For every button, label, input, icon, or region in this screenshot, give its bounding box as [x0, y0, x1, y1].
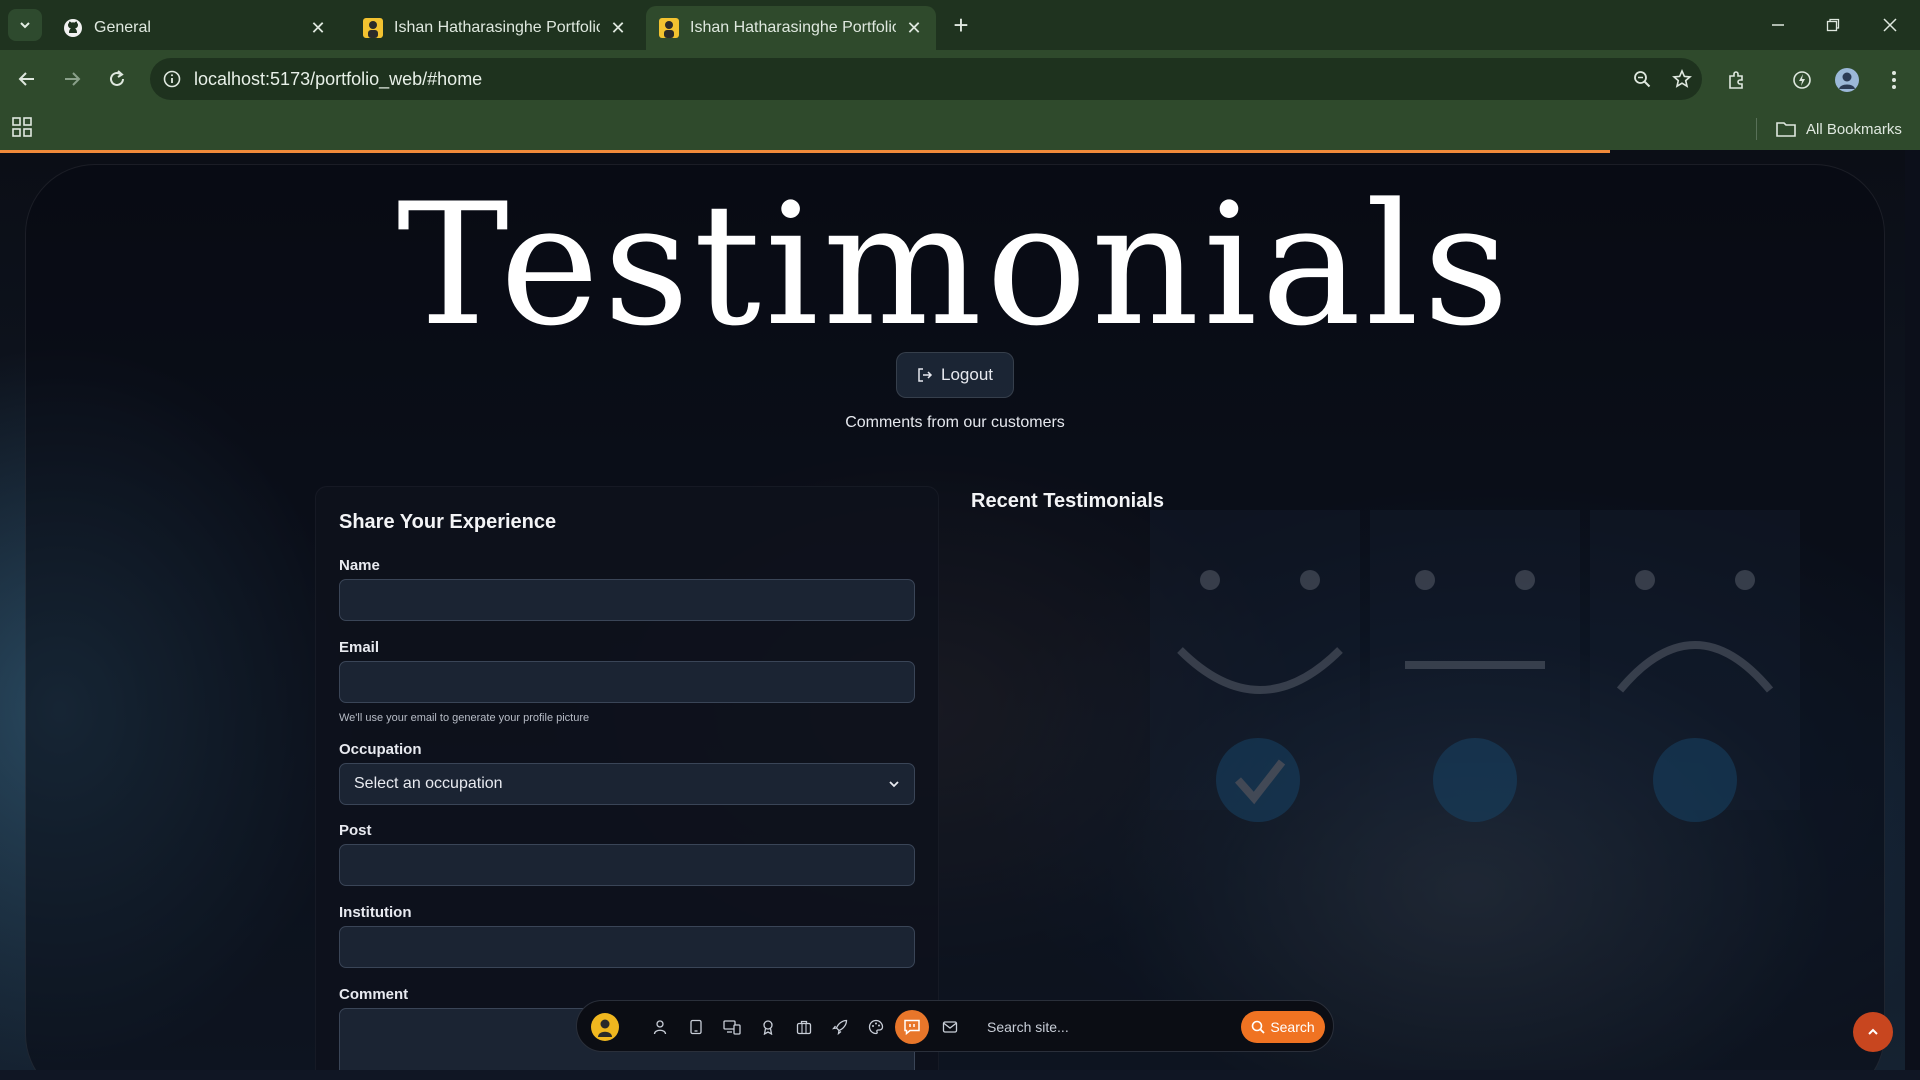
post-label: Post	[339, 822, 372, 839]
github-icon	[62, 17, 84, 39]
institution-label: Institution	[339, 904, 412, 921]
tab-title: General	[94, 19, 151, 36]
rocket-icon[interactable]	[827, 1014, 853, 1040]
message-icon[interactable]	[895, 1010, 929, 1044]
minimize-button[interactable]	[1758, 10, 1798, 40]
close-icon[interactable]: ✕	[308, 18, 328, 38]
url-text: localhost:5173/portfolio_web/#home	[194, 68, 483, 89]
scroll-to-top-button[interactable]	[1853, 1012, 1893, 1052]
institution-input[interactable]	[339, 926, 915, 968]
chevron-up-icon	[1868, 1028, 1878, 1035]
mail-icon[interactable]	[937, 1014, 963, 1040]
search-icon	[1252, 1020, 1265, 1034]
portfolio-favicon	[658, 17, 680, 39]
recent-testimonials-title: Recent Testimonials	[971, 490, 1165, 512]
reload-icon	[110, 70, 124, 86]
award-icon[interactable]	[755, 1014, 781, 1040]
extensions-icon[interactable]	[1718, 62, 1754, 98]
star-icon[interactable]	[1662, 59, 1702, 99]
window-close-button[interactable]	[1870, 10, 1910, 40]
arrow-right-icon	[65, 72, 81, 86]
briefcase-icon[interactable]	[791, 1014, 817, 1040]
tab-general[interactable]: General ✕	[50, 6, 340, 50]
search-button[interactable]: Search	[1241, 1011, 1325, 1043]
zoom-icon[interactable]	[1622, 59, 1662, 99]
taskbar-edge	[0, 1070, 1920, 1080]
chevron-down-icon	[889, 781, 899, 788]
close-icon[interactable]: ✕	[904, 18, 924, 38]
testimonial-form: Share Your Experience Name Email We'll u…	[315, 486, 939, 1070]
all-bookmarks-label: All Bookmarks	[1806, 120, 1902, 138]
comment-label: Comment	[339, 986, 409, 1003]
search-button-label: Search	[1270, 1019, 1315, 1035]
page-viewport: Testimonials Logout Comments from our cu…	[0, 150, 1920, 1070]
chevron-down-icon	[20, 22, 30, 29]
browser-tab-bar: General ✕ Ishan Hatharasinghe Portfolio …	[0, 0, 1920, 50]
floating-nav-dock: Search	[576, 1000, 1334, 1052]
back-button[interactable]	[10, 62, 44, 96]
restore-button[interactable]	[1813, 10, 1853, 40]
tab-search-button[interactable]	[8, 9, 42, 41]
performance-icon[interactable]	[1784, 62, 1820, 98]
logout-label: Logout	[941, 365, 993, 384]
site-search-input[interactable]	[987, 1013, 1227, 1041]
tab-title: Ishan Hatharasinghe Portfolio	[690, 19, 896, 36]
browser-toolbar: localhost:5173/portfolio_web/#home	[0, 50, 1920, 108]
bookmarks-bar: All Bookmarks	[0, 108, 1920, 150]
kebab-menu-icon[interactable]	[1876, 62, 1912, 98]
folder-icon	[1776, 122, 1796, 137]
occupation-label: Occupation	[339, 741, 422, 758]
new-tab-button[interactable]: +	[946, 10, 976, 40]
reload-button[interactable]	[100, 62, 134, 96]
site-info-icon[interactable]	[150, 58, 194, 100]
close-icon	[1883, 18, 1897, 32]
email-input[interactable]	[339, 661, 915, 703]
bookmarks-divider	[1756, 118, 1757, 140]
tab-title: Ishan Hatharasinghe Portfolio	[394, 19, 600, 36]
email-label: Email	[339, 639, 380, 656]
address-bar[interactable]: localhost:5173/portfolio_web/#home	[150, 58, 1702, 100]
scroll-progress-bar	[0, 150, 1610, 153]
apps-grid-icon[interactable]	[12, 117, 36, 141]
logout-icon	[918, 368, 933, 382]
restore-icon	[1826, 18, 1840, 32]
occupation-selected: Select an occupation	[354, 775, 503, 792]
form-title: Share Your Experience	[339, 511, 557, 533]
tablet-icon[interactable]	[683, 1014, 709, 1040]
page-subtitle: Comments from our customers	[845, 414, 1065, 431]
logout-button[interactable]: Logout	[896, 352, 1014, 398]
all-bookmarks-button[interactable]: All Bookmarks	[1776, 116, 1902, 142]
forward-button[interactable]	[55, 62, 89, 96]
name-label: Name	[339, 557, 380, 574]
post-input[interactable]	[339, 844, 915, 886]
user-icon[interactable]	[647, 1014, 673, 1040]
page-title: Testimonials	[396, 167, 1514, 363]
devices-icon[interactable]	[719, 1014, 745, 1040]
name-input[interactable]	[339, 579, 915, 621]
profile-avatar[interactable]	[1829, 62, 1865, 98]
close-icon[interactable]: ✕	[608, 18, 628, 38]
portfolio-favicon	[362, 17, 384, 39]
minimize-icon	[1772, 24, 1784, 26]
occupation-select[interactable]: Select an occupation	[339, 763, 915, 805]
avatar[interactable]	[591, 1013, 619, 1041]
email-help-text: We'll use your email to generate your pr…	[339, 712, 590, 724]
palette-icon[interactable]	[863, 1014, 889, 1040]
arrow-left-icon	[18, 72, 34, 86]
tab-portfolio[interactable]: Ishan Hatharasinghe Portfolio ✕	[350, 6, 640, 50]
tab-portfolio-active[interactable]: Ishan Hatharasinghe Portfolio ✕	[646, 6, 936, 50]
